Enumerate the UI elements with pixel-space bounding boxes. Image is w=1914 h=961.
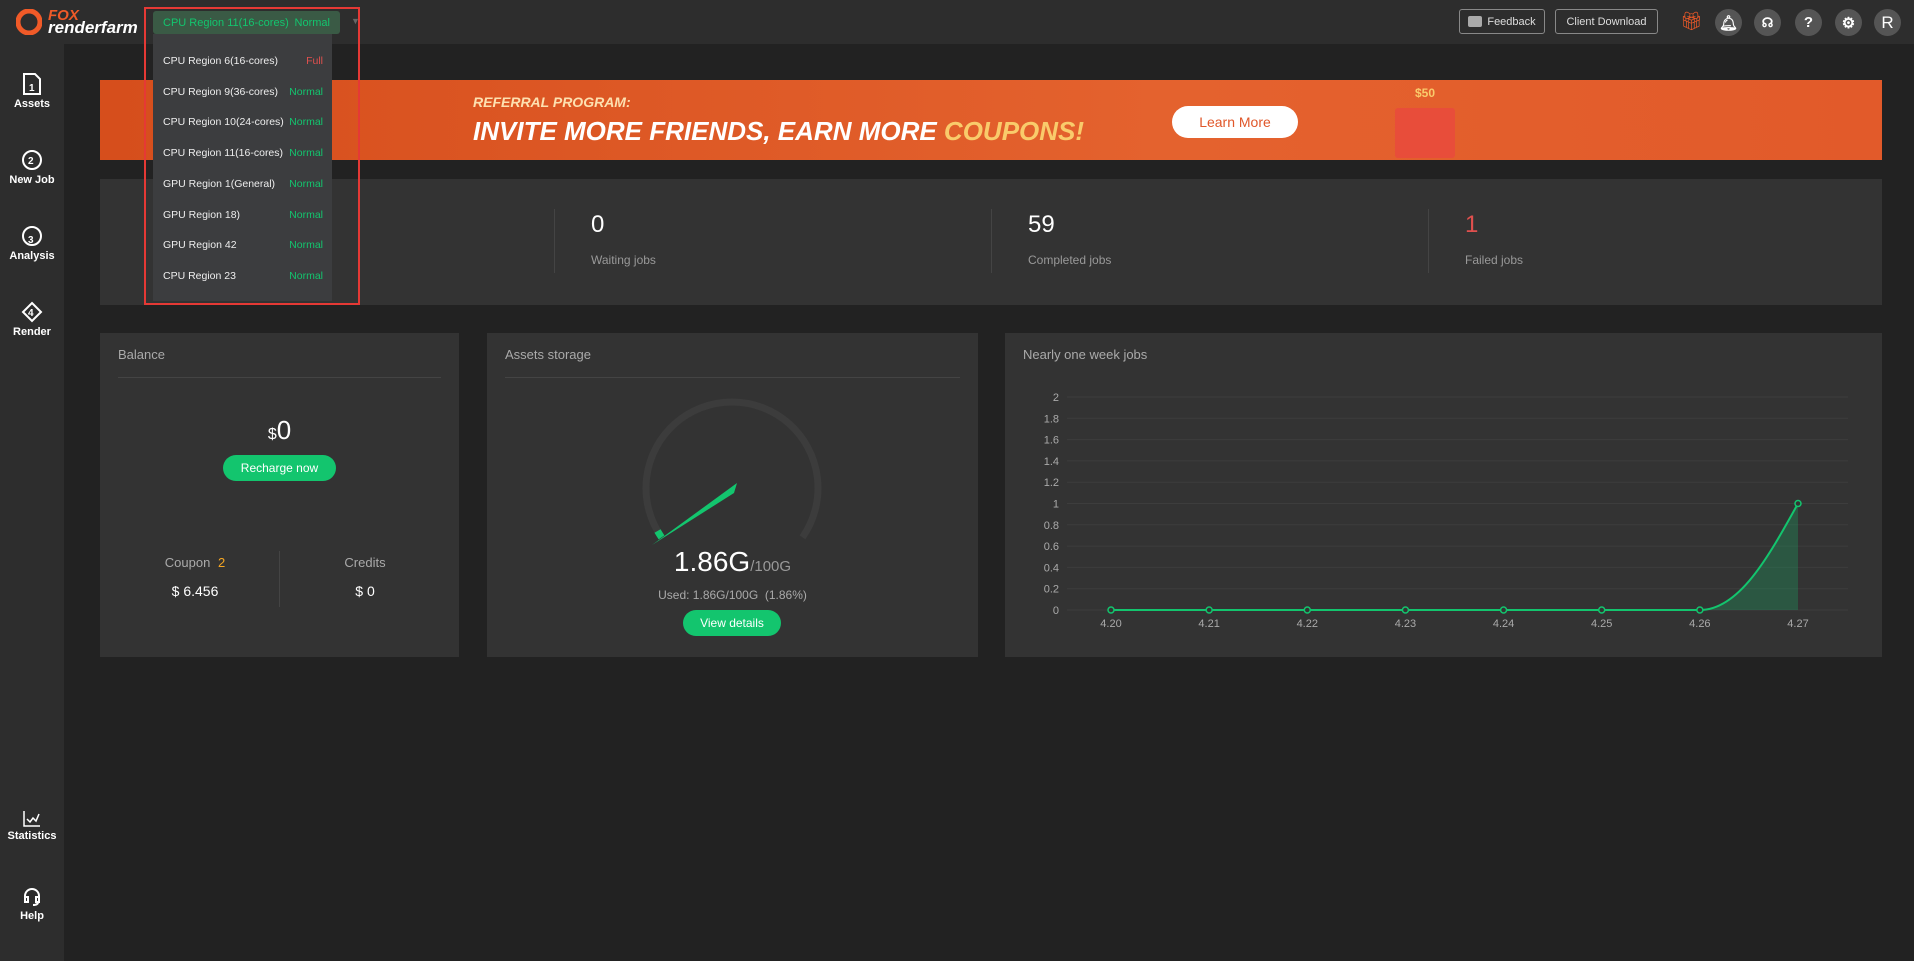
- x-tick-label: 4.21: [1198, 618, 1219, 630]
- headset-icon[interactable]: ☊: [1754, 9, 1781, 36]
- assets-storage-card: Assets storage 1.86G/100G Used: 1.86G/10…: [487, 333, 978, 657]
- y-tick-label: 1: [1053, 499, 1059, 511]
- sidebar-item-render[interactable]: 4 Render: [0, 300, 64, 338]
- balance-title: Balance: [118, 347, 165, 362]
- y-tick-label: 2: [1053, 392, 1059, 404]
- data-point: [1794, 499, 1802, 508]
- learn-more-button[interactable]: Learn More: [1172, 106, 1298, 138]
- x-tick-label: 4.23: [1395, 618, 1416, 630]
- sidebar-item-new-job[interactable]: 2 New Job: [0, 148, 64, 186]
- y-tick-label: 0.6: [1044, 541, 1059, 553]
- gift-box-image: $50: [1395, 86, 1455, 158]
- storage-usage: 1.86G/100G: [673, 546, 792, 577]
- data-point: [1401, 606, 1410, 614]
- svg-text:1: 1: [29, 83, 35, 94]
- x-tick-label: 4.24: [1493, 618, 1514, 630]
- x-tick-label: 4.22: [1297, 618, 1318, 630]
- weekly-jobs-card: Nearly one week jobs 0 0.2 0.4 0.6 0.8 1 1.2 1.…: [1005, 333, 1882, 657]
- y-tick-label: 1.4: [1044, 456, 1059, 468]
- balance-card: Balance $0 Recharge now Coupon 2 $ 6.456…: [100, 333, 459, 657]
- recharge-now-button[interactable]: Recharge now: [223, 455, 336, 481]
- credits-label: Credits: [344, 555, 386, 570]
- region-option[interactable]: CPU Region 11(16-cores) Normal: [163, 147, 323, 159]
- weekly-jobs-chart: 0 0.2 0.4 0.6 0.8 1 1.2 1.4 1.6 1.8 2 4.20 4.21 4.22 4…: [1044, 392, 1848, 630]
- y-tick-label: 1.6: [1044, 435, 1059, 447]
- data-point: [1696, 606, 1704, 614]
- coupon-value: $ 6.456: [171, 583, 219, 599]
- client-download-button[interactable]: Client Download: [1555, 9, 1658, 34]
- y-tick-label: 0.8: [1044, 520, 1059, 532]
- bell-icon[interactable]: 🔔︎: [1715, 9, 1742, 36]
- failed-jobs-stat[interactable]: 1 Failed jobs: [1465, 211, 1523, 267]
- storage-title: Assets storage: [505, 347, 591, 362]
- sidebar-item-help[interactable]: Help: [0, 886, 64, 922]
- region-option[interactable]: CPU Region 9(36-cores) Normal: [163, 86, 323, 98]
- sidebar: 1 Assets 2 New Job 3 Analysis 4 Render Stati…: [0, 44, 64, 961]
- region-option[interactable]: GPU Region 42 Normal: [163, 239, 323, 251]
- y-tick-label: 1.8: [1044, 413, 1059, 425]
- view-details-button[interactable]: View details: [683, 610, 781, 636]
- statistics-icon: [23, 811, 40, 827]
- credits-value: $ 0: [355, 583, 375, 599]
- coupon-label[interactable]: Coupon 2: [100, 555, 290, 570]
- job-stats-panel: 0 Waiting jobs 59 Completed jobs 1 Failed j…: [100, 179, 1882, 305]
- series-area: [1111, 503, 1798, 610]
- new-job-icon: 2: [22, 150, 42, 170]
- region-option[interactable]: GPU Region 1(General) Normal: [163, 178, 323, 190]
- gauge-needle: [652, 483, 737, 545]
- chevron-down-icon[interactable]: ▼: [351, 16, 360, 26]
- render-icon: 4: [21, 301, 43, 323]
- balance-amount: $0: [267, 415, 292, 445]
- referral-banner[interactable]: REFERRAL PROGRAM: INVITE MORE FRIENDS, E…: [100, 80, 1882, 160]
- data-point: [1597, 606, 1606, 614]
- y-tick-label: 0: [1053, 605, 1059, 617]
- feedback-button[interactable]: Feedback: [1459, 9, 1545, 34]
- region-option[interactable]: CPU Region 10(24-cores) Normal: [163, 116, 323, 128]
- sidebar-item-statistics[interactable]: Statistics: [0, 810, 64, 842]
- data-point: [1107, 606, 1115, 614]
- region-option[interactable]: GPU Region 18) Normal: [163, 209, 323, 221]
- y-tick-label: 0.2: [1044, 584, 1059, 596]
- storage-gauge: [642, 398, 822, 545]
- region-dropdown: CPU Region 6(16-cores) Full CPU Region 9(3…: [153, 34, 332, 301]
- x-tick-label: 4.27: [1787, 618, 1808, 630]
- region-option[interactable]: CPU Region 6(16-cores) Full: [163, 55, 323, 67]
- gear-icon[interactable]: ⚙: [1835, 9, 1862, 36]
- completed-jobs-stat[interactable]: 59 Completed jobs: [1028, 211, 1111, 267]
- analysis-icon: 3: [22, 226, 42, 246]
- help-icon[interactable]: ?: [1795, 9, 1822, 36]
- sidebar-item-assets[interactable]: 1 Assets: [0, 72, 64, 110]
- y-tick-label: 0.4: [1044, 562, 1059, 574]
- avatar[interactable]: R: [1874, 9, 1901, 36]
- x-tick-label: 4.20: [1100, 618, 1121, 630]
- headset-icon: [24, 888, 40, 906]
- y-tick-label: 1.2: [1044, 477, 1059, 489]
- gift-icon[interactable]: 🎁︎: [1680, 11, 1703, 32]
- x-tick-label: 4.26: [1689, 618, 1710, 630]
- region-selector[interactable]: CPU Region 11(16-cores) Normal: [153, 11, 340, 34]
- svg-text:4: 4: [28, 308, 34, 319]
- series-line: [1111, 503, 1799, 611]
- sidebar-item-analysis[interactable]: 3 Analysis: [0, 224, 64, 262]
- x-tick-label: 4.25: [1591, 618, 1612, 630]
- waiting-jobs-stat[interactable]: 0 Waiting jobs: [591, 211, 656, 267]
- storage-used-text: Used: 1.86G/100G (1.86%): [658, 588, 807, 602]
- fox-logo-icon: [16, 9, 42, 35]
- data-point: [1205, 606, 1213, 614]
- svg-text:3: 3: [28, 235, 34, 246]
- data-point: [1303, 606, 1312, 614]
- feedback-icon: [1468, 16, 1483, 27]
- region-option[interactable]: CPU Region 23 Normal: [163, 270, 323, 282]
- assets-icon: 1: [23, 73, 41, 95]
- banner-headline: INVITE MORE FRIENDS, EARN MORE COUPONS!: [473, 116, 1085, 146]
- banner-kicker: REFERRAL PROGRAM:: [473, 94, 631, 110]
- logo-renderfarm: renderfarm: [48, 18, 138, 37]
- data-point: [1499, 606, 1508, 614]
- svg-text:2: 2: [28, 156, 34, 167]
